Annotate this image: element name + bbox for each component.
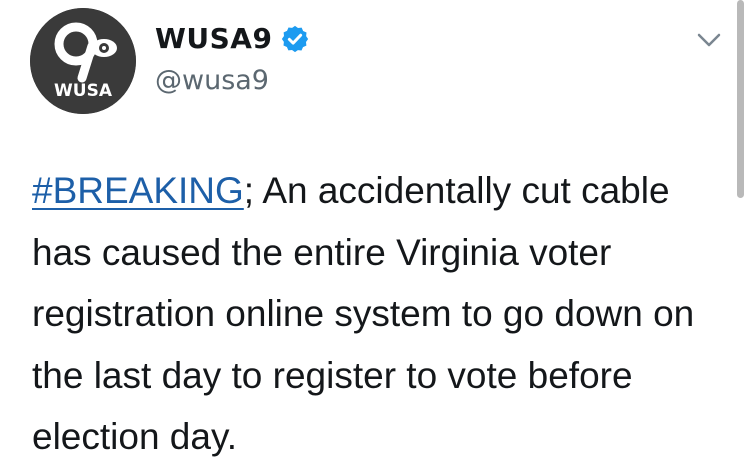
tweet-body: ; An accidentally cut cable has caused t… (32, 170, 695, 457)
scrollbar[interactable] (737, 0, 744, 198)
wusa9-logo: WUSA (30, 8, 136, 114)
hashtag-link[interactable]: #BREAKING (32, 170, 244, 211)
avatar[interactable]: WUSA (30, 8, 136, 114)
display-name[interactable]: WUSA9 (155, 22, 272, 55)
chevron-down-icon[interactable] (694, 28, 724, 52)
tweet-text: #BREAKING; An accidentally cut cable has… (32, 160, 722, 468)
account-handle[interactable]: @wusa9 (155, 65, 269, 96)
account-name-row: WUSA9 (155, 22, 310, 55)
logo-wordmark: WUSA (54, 81, 113, 101)
verified-badge-icon (282, 25, 309, 52)
